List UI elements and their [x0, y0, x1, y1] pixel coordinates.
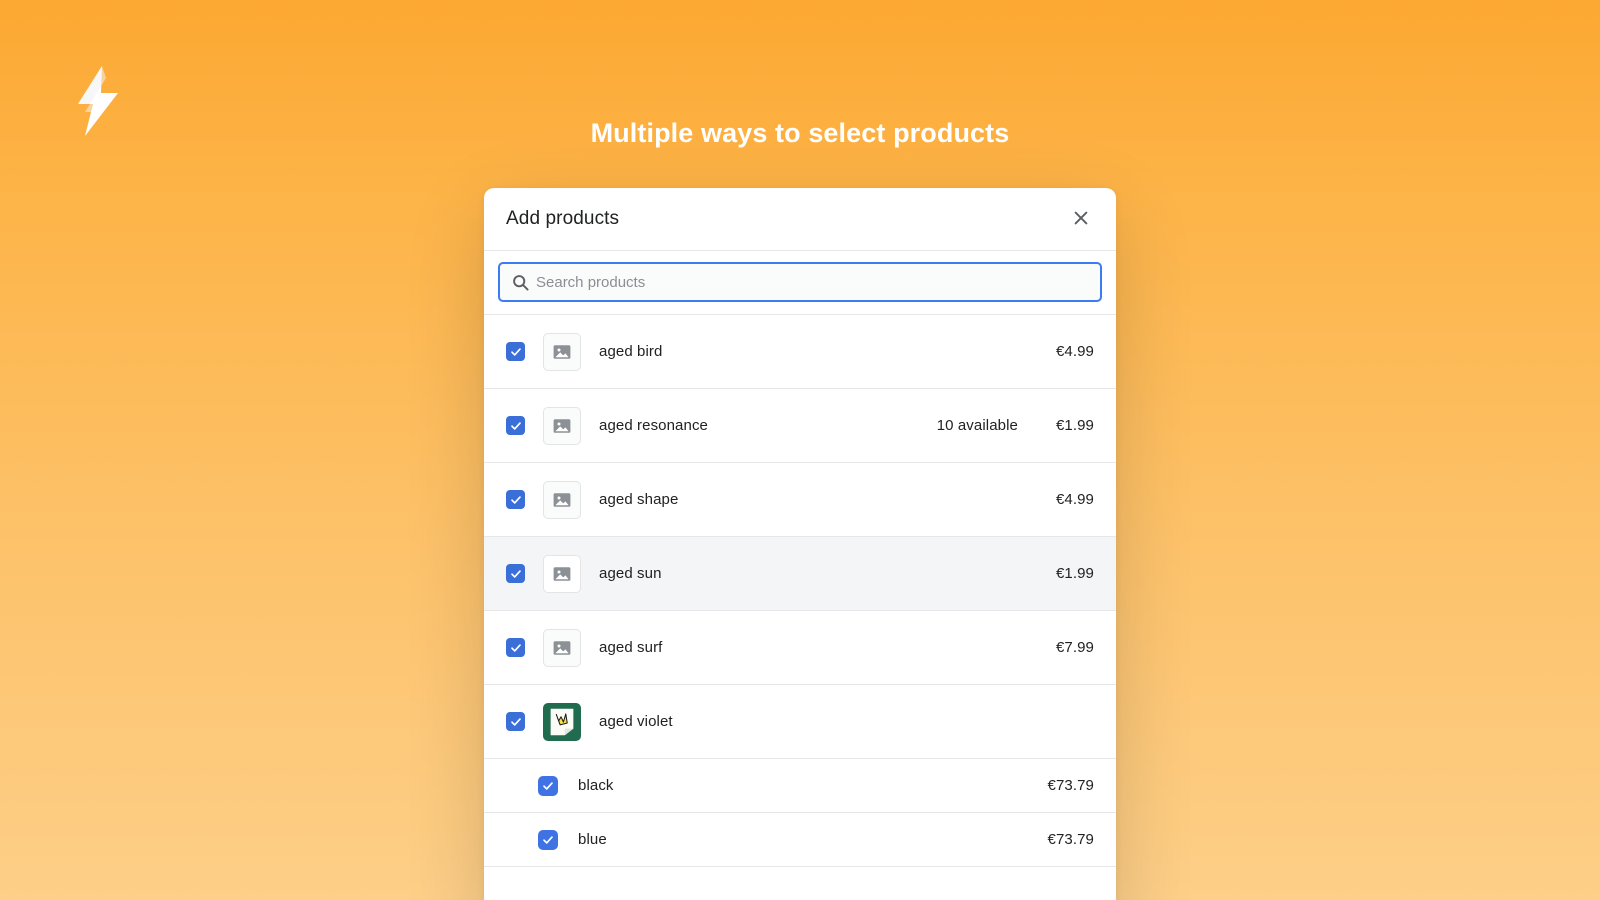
- row-price: €73.79: [1048, 831, 1094, 848]
- row-stock-label: 10 available: [937, 417, 1018, 434]
- image-placeholder-icon: [543, 333, 581, 371]
- row-checkbox[interactable]: [538, 830, 558, 850]
- row-price: €1.99: [1056, 417, 1094, 434]
- row-title: blue: [578, 831, 1048, 848]
- close-icon: [1071, 208, 1091, 231]
- close-button[interactable]: [1066, 204, 1096, 234]
- product-row[interactable]: aged surf€7.99: [484, 611, 1116, 685]
- search-section: [484, 251, 1116, 315]
- row-checkbox[interactable]: [506, 490, 525, 509]
- row-title: aged violet: [599, 713, 1094, 730]
- row-checkbox[interactable]: [506, 416, 525, 435]
- modal-title: Add products: [506, 208, 619, 230]
- row-title: aged sun: [599, 565, 1056, 582]
- product-row[interactable]: aged shape€4.99: [484, 463, 1116, 537]
- search-input[interactable]: [536, 264, 1090, 300]
- image-placeholder-icon: [543, 481, 581, 519]
- image-placeholder-icon: [543, 407, 581, 445]
- variant-row[interactable]: blue€73.79: [484, 813, 1116, 867]
- product-row[interactable]: aged resonance10 available €1.99: [484, 389, 1116, 463]
- modal-header: Add products: [484, 188, 1116, 251]
- search-box[interactable]: [498, 262, 1102, 302]
- row-price: €1.99: [1056, 565, 1094, 582]
- row-title: aged surf: [599, 639, 1056, 656]
- page-title: Multiple ways to select products: [0, 118, 1600, 149]
- row-checkbox[interactable]: [538, 776, 558, 796]
- row-title: aged shape: [599, 491, 1056, 508]
- search-icon: [510, 272, 530, 292]
- product-list: aged bird€4.99aged resonance10 available…: [484, 315, 1116, 867]
- row-checkbox[interactable]: [506, 342, 525, 361]
- row-title: aged bird: [599, 343, 1056, 360]
- add-products-modal: Add products aged bird€4.99aged resonanc…: [484, 188, 1116, 900]
- product-thumbnail: [543, 703, 581, 741]
- variant-row[interactable]: black€73.79: [484, 759, 1116, 813]
- row-price: €4.99: [1056, 343, 1094, 360]
- row-title: aged resonance: [599, 417, 937, 434]
- image-placeholder-icon: [543, 629, 581, 667]
- image-placeholder-icon: [543, 555, 581, 593]
- row-price: €73.79: [1048, 777, 1094, 794]
- row-checkbox[interactable]: [506, 638, 525, 657]
- row-checkbox[interactable]: [506, 564, 525, 583]
- product-row[interactable]: aged violet: [484, 685, 1116, 759]
- row-checkbox[interactable]: [506, 712, 525, 731]
- row-price: €4.99: [1056, 491, 1094, 508]
- row-title: black: [578, 777, 1048, 794]
- product-row[interactable]: aged bird€4.99: [484, 315, 1116, 389]
- row-price: €7.99: [1056, 639, 1094, 656]
- product-row[interactable]: aged sun€1.99: [484, 537, 1116, 611]
